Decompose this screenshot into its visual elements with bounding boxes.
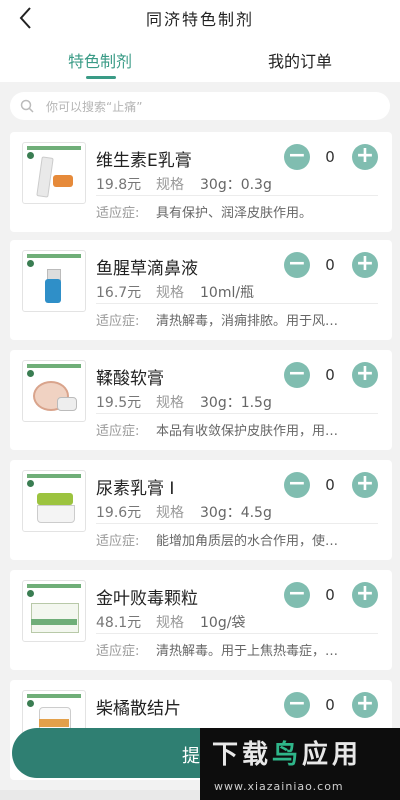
- increase-quantity-button[interactable]: +: [352, 362, 378, 388]
- product-price: 19.5元: [96, 395, 142, 411]
- product-image: [22, 580, 86, 642]
- spec-label: 规格: [156, 505, 184, 521]
- product-name: 鞣酸软膏: [96, 369, 164, 389]
- product-spec: 10ml/瓶: [200, 285, 255, 301]
- decrease-quantity-button[interactable]: −: [284, 252, 310, 278]
- product-name: 鱼腥草滴鼻液: [96, 259, 198, 279]
- watermark-logo: 下载鸟应用 www.xiazainiao.com: [200, 728, 400, 800]
- product-price: 19.8元: [96, 177, 142, 193]
- spec-label: 规格: [156, 615, 184, 631]
- product-name: 尿素乳膏 I: [96, 479, 175, 499]
- decrease-quantity-button[interactable]: −: [284, 692, 310, 718]
- indication-label: 适应症:: [96, 314, 140, 329]
- search-input[interactable]: 你可以搜索“止痛”: [46, 98, 142, 115]
- product-image: [22, 142, 86, 204]
- active-tab-indicator: [86, 76, 116, 79]
- product-indication: 本品有收敛保护皮肤作用，用…: [156, 424, 339, 439]
- spec-label: 规格: [156, 285, 184, 301]
- divider: [96, 413, 378, 414]
- indication-label: 适应症:: [96, 206, 140, 221]
- product-spec: 30g：0.3g: [200, 177, 272, 193]
- product-price: 16.7元: [96, 285, 142, 301]
- quantity-value: 0: [325, 586, 335, 604]
- product-indication: 清热解毒。用于上焦热毒症，…: [156, 644, 339, 659]
- decrease-quantity-button[interactable]: −: [284, 582, 310, 608]
- indication-label: 适应症:: [96, 534, 140, 549]
- product-spec: 10g/袋: [200, 615, 246, 631]
- product-image: [22, 360, 86, 422]
- product-name: 金叶败毒颗粒: [96, 589, 198, 609]
- product-indication: 清热解毒，消痈排脓。用于风…: [156, 314, 339, 329]
- divider: [96, 633, 378, 634]
- product-image: [22, 250, 86, 312]
- product-spec: 30g：1.5g: [200, 395, 272, 411]
- divider: [96, 523, 378, 524]
- decrease-quantity-button[interactable]: −: [284, 362, 310, 388]
- decrease-quantity-button[interactable]: −: [284, 472, 310, 498]
- product-card[interactable]: 金叶败毒颗粒 48.1元 规格 10g/袋 适应症: 清热解毒。用于上焦热毒症，…: [10, 570, 392, 670]
- product-card[interactable]: 鞣酸软膏 19.5元 规格 30g：1.5g 适应症: 本品有收敛保护皮肤作用，…: [10, 350, 392, 450]
- product-image: [22, 470, 86, 532]
- tab-my-orders[interactable]: 我的订单: [268, 48, 332, 72]
- quantity-value: 0: [325, 256, 335, 274]
- product-indication: 能增加角质层的水合作用，使…: [156, 534, 339, 549]
- product-price: 48.1元: [96, 615, 142, 631]
- product-name: 维生素E乳膏: [96, 151, 192, 171]
- spec-label: 规格: [156, 177, 184, 193]
- product-card[interactable]: 尿素乳膏 I 19.6元 规格 30g：4.5g 适应症: 能增加角质层的水合作…: [10, 460, 392, 560]
- bottom-edge: [0, 790, 200, 800]
- indication-label: 适应症:: [96, 644, 140, 659]
- increase-quantity-button[interactable]: +: [352, 472, 378, 498]
- search-icon: [20, 99, 34, 113]
- product-indication: 具有保护、润泽皮肤作用。: [156, 206, 313, 221]
- tab-specialty-preparations[interactable]: 特色制剂: [68, 48, 132, 72]
- top-bar: 同济特色制剂 特色制剂 我的订单: [0, 0, 400, 82]
- indication-label: 适应症:: [96, 424, 140, 439]
- divider: [96, 303, 378, 304]
- quantity-value: 0: [325, 476, 335, 494]
- watermark-text: 下载鸟应用: [212, 740, 363, 770]
- increase-quantity-button[interactable]: +: [352, 582, 378, 608]
- product-name: 柴橘散结片: [96, 699, 181, 719]
- increase-quantity-button[interactable]: +: [352, 692, 378, 718]
- quantity-value: 0: [325, 366, 335, 384]
- search-bar[interactable]: 你可以搜索“止痛”: [10, 92, 390, 120]
- submit-button-label: 提: [182, 746, 200, 767]
- product-card[interactable]: 维生素E乳膏 19.8元 规格 30g：0.3g 适应症: 具有保护、润泽皮肤作…: [10, 132, 392, 232]
- spec-label: 规格: [156, 395, 184, 411]
- quantity-value: 0: [325, 696, 335, 714]
- increase-quantity-button[interactable]: +: [352, 252, 378, 278]
- quantity-value: 0: [325, 148, 335, 166]
- product-spec: 30g：4.5g: [200, 505, 272, 521]
- product-price: 19.6元: [96, 505, 142, 521]
- watermark-url: www.xiazainiao.com: [214, 780, 344, 793]
- divider: [96, 195, 378, 196]
- decrease-quantity-button[interactable]: −: [284, 144, 310, 170]
- increase-quantity-button[interactable]: +: [352, 144, 378, 170]
- page-title: 同济特色制剂: [145, 10, 254, 29]
- product-card[interactable]: 鱼腥草滴鼻液 16.7元 规格 10ml/瓶 适应症: 清热解毒，消痈排脓。用于…: [10, 240, 392, 340]
